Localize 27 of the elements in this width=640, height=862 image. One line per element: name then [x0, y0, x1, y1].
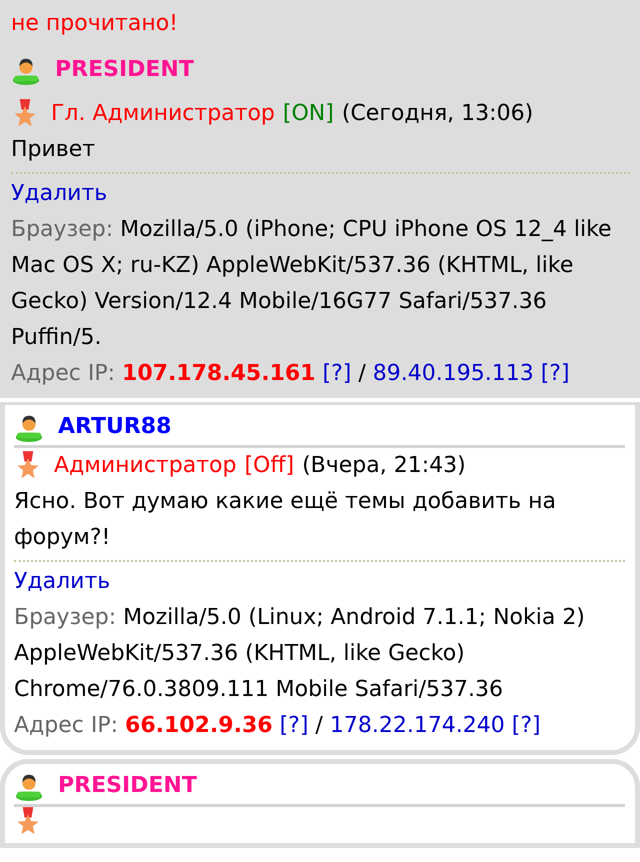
ip-label: Адрес IP:: [11, 361, 116, 386]
help-link[interactable]: [?]: [512, 713, 541, 738]
online-status: [Off]: [244, 452, 294, 480]
separator: /: [358, 361, 366, 386]
ip-link[interactable]: 178.22.174.240: [330, 713, 505, 738]
ip-address: 107.178.45.161: [122, 361, 316, 386]
user-rank: Гл. Администратор: [51, 100, 275, 128]
ip-address: 66.102.9.36: [125, 713, 273, 738]
message-text: Привет: [11, 132, 630, 174]
help-link[interactable]: [?]: [280, 713, 308, 738]
author-name[interactable]: ARTUR88: [58, 409, 172, 445]
user-rank: Администратор: [54, 452, 236, 480]
online-status: [ON]: [282, 100, 334, 128]
delete-link[interactable]: Удалить: [14, 569, 110, 594]
message-text: Ясно. Вот думаю какие ещё темы добавить на форум?!: [14, 484, 625, 562]
separator: /: [315, 713, 323, 738]
post-time: (Вчера, 21:43): [302, 452, 466, 480]
delete-link[interactable]: Удалить: [11, 181, 108, 206]
help-link[interactable]: [?]: [322, 361, 352, 386]
browser-info: Браузер: Mozilla/5.0 (iPhone; CPU iPhone OS 12_4 like Mac OS X; ru-KZ) AppleWebKit/537.36 (KHTML, like Gecko) Version/12.4 Mobile/16G77 Safari/537.36 Puffin/5.: [11, 216, 613, 352]
post-time: (Сегодня, 13:06): [342, 100, 534, 128]
help-link[interactable]: [?]: [540, 361, 570, 386]
author-name[interactable]: PRESIDENT: [58, 768, 197, 804]
ip-link[interactable]: 89.40.195.113: [372, 361, 534, 386]
browser-info: Браузер: Mozilla/5.0 (Linux; Android 7.1.1; Nokia 2) AppleWebKit/537.36 (KHTML, like Gecko) Chrome/76.0.3809.111 Mobile Safari/537.36: [14, 604, 586, 704]
ip-label: Адрес IP:: [14, 713, 118, 738]
unread-notice: не прочитано!: [11, 10, 179, 38]
